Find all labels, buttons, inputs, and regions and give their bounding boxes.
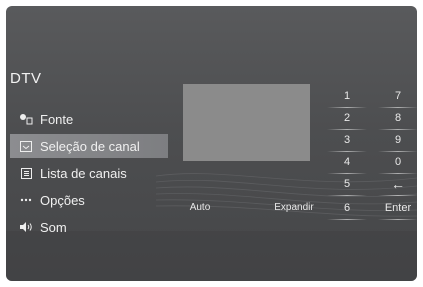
menu-item-som[interactable]: Som: [10, 215, 168, 239]
key-8[interactable]: 8: [372, 110, 417, 130]
key-5[interactable]: 5: [321, 176, 373, 196]
auto-button[interactable]: Auto: [182, 200, 218, 216]
menu-item-lista-de-canais[interactable]: Lista de canais: [10, 161, 168, 185]
key-4[interactable]: 4: [321, 154, 373, 174]
key-0[interactable]: 0: [372, 154, 417, 174]
key-7[interactable]: 7: [372, 88, 417, 108]
expand-button[interactable]: Expandir: [270, 200, 318, 216]
menu-item-selecao-de-canal[interactable]: Seleção de canal: [10, 134, 168, 158]
list-icon: [16, 167, 36, 179]
source-icon: [16, 113, 36, 125]
key-3[interactable]: 3: [321, 132, 373, 152]
menu-item-fonte[interactable]: Fonte: [10, 107, 168, 131]
menu-label: Fonte: [40, 111, 74, 127]
key-6[interactable]: 6: [321, 200, 373, 220]
menu-label: Seleção de canal: [40, 138, 140, 154]
menu-label: Opções: [40, 192, 85, 208]
backspace-button[interactable]: ←: [372, 176, 417, 196]
channel-select-icon: [16, 140, 36, 152]
menu-label: Som: [40, 219, 67, 235]
dots-icon: [16, 198, 36, 202]
menu-item-opcoes[interactable]: Opções: [10, 188, 168, 212]
menu-label: Lista de canais: [40, 165, 127, 181]
key-2[interactable]: 2: [321, 110, 373, 130]
key-1[interactable]: 1: [321, 88, 373, 108]
video-preview: [183, 84, 310, 161]
page-title: DTV: [10, 70, 42, 87]
enter-button[interactable]: Enter: [372, 200, 417, 220]
speaker-icon: [16, 222, 36, 232]
key-9[interactable]: 9: [372, 132, 417, 152]
dtv-screen: DTV Fonte Seleção de canal Lista de cana…: [6, 6, 417, 281]
